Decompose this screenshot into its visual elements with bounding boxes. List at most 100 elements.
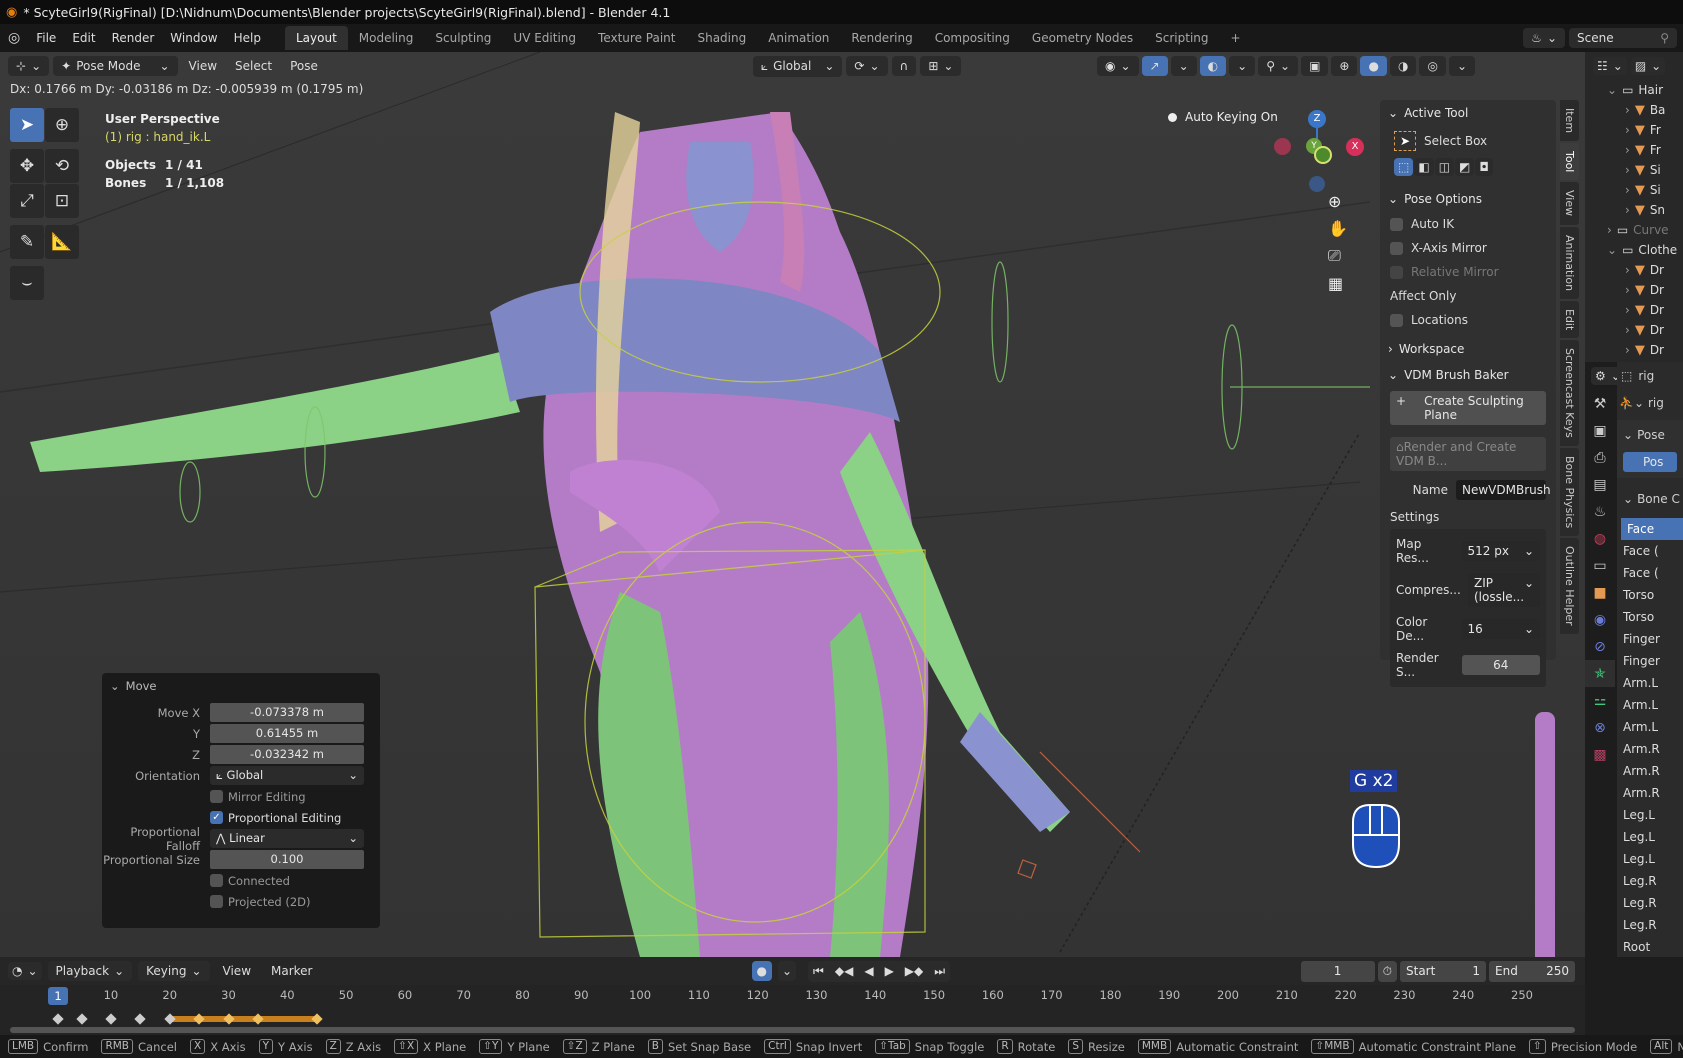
mode-invert-button[interactable]: ◩ [1455, 158, 1475, 176]
outliner-row[interactable]: › ▼ Dr [1585, 280, 1683, 300]
jump-end-button[interactable]: ⏭ [929, 960, 951, 982]
pin-icon[interactable]: ⚲ [1660, 31, 1669, 45]
auto-ik-checkbox[interactable] [1390, 217, 1403, 231]
tab-animation[interactable]: Animation [757, 26, 840, 50]
move-y-field[interactable]: 0.61455 m [210, 724, 364, 743]
measure-tool[interactable]: 📐 [45, 225, 79, 259]
expand-toggle-icon[interactable]: › [1625, 183, 1630, 197]
expand-toggle-icon[interactable]: › [1625, 143, 1630, 157]
world-props-tab[interactable]: ◍ [1585, 525, 1615, 552]
end-frame-field[interactable]: End 250 [1489, 960, 1575, 982]
bone-size-tool[interactable]: ⌣ [10, 266, 44, 300]
armature-name-field[interactable]: rig [1648, 396, 1664, 410]
bone-collection-item[interactable]: Leg.R [1617, 914, 1683, 936]
play-reverse-button[interactable]: ◀ [859, 960, 879, 982]
marker-menu[interactable]: Marker [264, 964, 319, 978]
keyframe-marker[interactable] [105, 1013, 117, 1025]
expand-toggle-icon[interactable]: › [1625, 123, 1630, 137]
bone-props-tab[interactable]: ⚍ [1585, 687, 1615, 714]
playback-menu[interactable]: Playback ⌄ [47, 961, 133, 981]
tab-layout[interactable]: Layout [284, 26, 348, 50]
object-props-tab[interactable]: ■ [1585, 579, 1615, 606]
bone-collection-item[interactable]: Root [1617, 936, 1683, 957]
keyframe-marker[interactable] [75, 1013, 88, 1025]
pan-hand-icon[interactable]: ✋ [1328, 219, 1348, 238]
shading-solid[interactable]: ● [1360, 56, 1387, 76]
map-res-dropdown[interactable]: 512 px ⌄ [1461, 541, 1540, 561]
gizmo-x-axis[interactable]: X [1346, 138, 1364, 156]
tab-screencast-keys[interactable]: Screencast Keys [1560, 339, 1579, 446]
bone-constraint-tab[interactable]: ⊗ [1585, 714, 1615, 741]
relative-mirror-checkbox[interactable] [1390, 265, 1403, 279]
color-depth-dropdown[interactable]: 16 ⌄ [1461, 619, 1540, 639]
bone-collection-item[interactable]: Face ( [1617, 540, 1683, 562]
bone-collection-item[interactable]: Arm.L [1617, 716, 1683, 738]
bone-collection-item[interactable]: Leg.L [1617, 826, 1683, 848]
tab-item[interactable]: Item [1560, 100, 1579, 142]
tab-edit[interactable]: Edit [1560, 300, 1579, 338]
workspace-header[interactable]: › Workspace [1380, 336, 1556, 362]
overlay-dropdown[interactable]: ⌄ [1229, 56, 1256, 76]
bone-collection-item[interactable]: Torso [1617, 584, 1683, 606]
tab-animation-side[interactable]: Animation [1560, 226, 1579, 299]
timeline-editor-type[interactable]: ◔ ⌄ [8, 962, 42, 980]
keyframe-marker[interactable] [252, 1013, 264, 1025]
bone-collection-item[interactable]: Arm.R [1617, 760, 1683, 782]
snap-target-dropdown[interactable]: ⊞ ⌄ [920, 56, 962, 76]
keyframe-marker[interactable] [193, 1013, 205, 1025]
expand-toggle-icon[interactable]: › [1625, 323, 1630, 337]
bone-collections-header[interactable]: ⌄ Bone C [1617, 484, 1683, 514]
mode-selector[interactable]: ✦ Pose Mode ⌄ [53, 56, 178, 76]
pose-position-button[interactable]: Pos [1623, 452, 1677, 472]
shading-material[interactable]: ◑ [1389, 56, 1417, 76]
bone-collection-item[interactable]: Finger [1617, 650, 1683, 672]
gizmo-neg-x-axis[interactable] [1274, 138, 1291, 155]
transform-orientation-dropdown[interactable]: ⟀ Global ⌄ [752, 55, 843, 77]
bone-collection-item[interactable]: Arm.R [1617, 782, 1683, 804]
mode-extend-button[interactable]: ◧ [1414, 158, 1434, 176]
xray-toggle[interactable]: ▣ [1301, 56, 1329, 76]
bone-collection-item[interactable]: Face ( [1617, 562, 1683, 584]
snap-toggle[interactable]: ∩ [891, 56, 917, 76]
outliner-row[interactable]: › ▼ Dr [1585, 300, 1683, 320]
move-z-field[interactable]: -0.032342 m [210, 745, 364, 764]
preview-range-toggle[interactable]: ⏱ [1377, 960, 1397, 982]
tab-texture-paint[interactable]: Texture Paint [587, 26, 686, 50]
play-button[interactable]: ▶ [879, 960, 899, 982]
expand-toggle-icon[interactable]: › [1625, 283, 1630, 297]
outliner-row[interactable]: › ▼ Si [1585, 160, 1683, 180]
outliner-row[interactable]: › ▼ Fr [1585, 140, 1683, 160]
menu-edit[interactable]: Edit [64, 31, 103, 45]
keyframe-marker[interactable] [164, 1013, 176, 1025]
outliner-row[interactable]: › ▼ Dr [1585, 260, 1683, 280]
expand-toggle-icon[interactable]: › [1625, 163, 1630, 177]
active-tool-header[interactable]: ⌄ Active Tool [1380, 100, 1556, 126]
outliner-row[interactable]: ⌄ ▭ Clothe [1585, 240, 1683, 260]
collection-props-tab[interactable]: ▭ [1585, 552, 1615, 579]
3d-viewport[interactable]: ⊹ ⌄ ✦ Pose Mode ⌄ View Select Pose ⟀ Global ⌄… [0, 52, 1585, 957]
tab-rendering[interactable]: Rendering [840, 26, 923, 50]
tab-modeling[interactable]: Modeling [348, 26, 425, 50]
outliner-row[interactable]: › ▼ Fr [1585, 120, 1683, 140]
jump-start-button[interactable]: ⏮ [808, 960, 829, 982]
keyframe-marker[interactable] [134, 1013, 146, 1025]
filter-dropdown[interactable]: ▨ ⌄ [1630, 57, 1666, 75]
keyframe-marker[interactable] [311, 1013, 323, 1025]
menu-help[interactable]: Help [226, 31, 269, 45]
timeline-scrollbar[interactable] [10, 1027, 1575, 1033]
locations-checkbox[interactable] [1390, 313, 1403, 327]
select-box-tool[interactable]: ➤ [10, 108, 44, 142]
outliner-row[interactable]: › ▼ Sn [1585, 200, 1683, 220]
mirror-editing-checkbox[interactable] [210, 790, 223, 803]
render-create-vdm-button[interactable]: ⌂Render and Create VDM B... [1390, 437, 1546, 471]
outliner-row[interactable]: › ▼ Ba [1585, 100, 1683, 120]
visibility-dropdown[interactable]: ◉ ⌄ [1097, 56, 1139, 76]
expand-toggle-icon[interactable]: › [1607, 223, 1612, 237]
scene-name-field[interactable]: Scene ⚲ [1569, 28, 1677, 48]
pivot-point-dropdown[interactable]: ⟳ ⌄ [846, 56, 888, 76]
expand-toggle-icon[interactable]: › [1625, 203, 1630, 217]
scene-selector-button[interactable]: ♨ ⌄ [1523, 28, 1565, 48]
gizmo-neg-y-axis[interactable] [1314, 146, 1332, 164]
menu-render[interactable]: Render [104, 31, 163, 45]
menu-select[interactable]: Select [228, 59, 279, 73]
